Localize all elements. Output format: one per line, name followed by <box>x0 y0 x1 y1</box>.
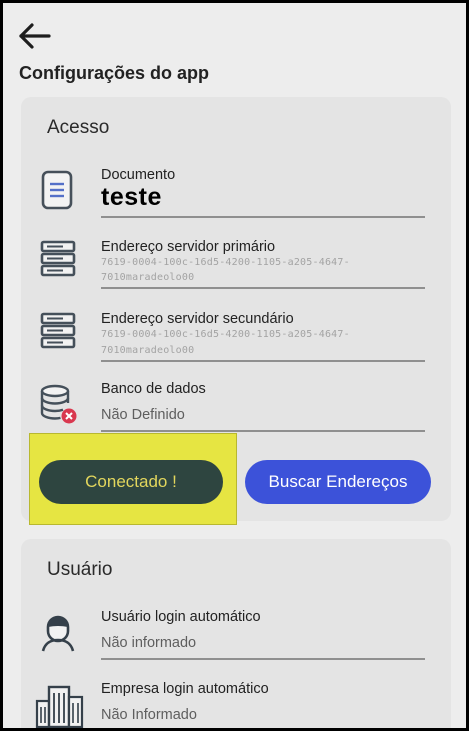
section-title-acesso: Acesso <box>47 117 110 138</box>
empresa-login-label: Empresa login automático <box>101 681 269 697</box>
app-screen: Configurações do app Acesso Documento te… <box>0 0 469 731</box>
usuario-login-value[interactable]: Não informado <box>101 635 196 651</box>
usuario-card: Usuário Usuário login automático Não inf… <box>21 539 451 728</box>
server-icon <box>39 240 77 284</box>
servidor-secundario-value-line1[interactable]: 7619-0004-100c-16d5-4200-1105-a205-4647- <box>101 329 441 340</box>
servidor-secundario-value-line2[interactable]: 7010maradeolo00 <box>101 345 241 356</box>
arrow-left-icon <box>19 23 51 49</box>
usuario-login-label: Usuário login automático <box>101 609 261 625</box>
usuario-login-underline <box>101 658 425 660</box>
search-addresses-button[interactable]: Buscar Endereços <box>245 460 431 504</box>
documento-label: Documento <box>101 167 176 183</box>
page-title: Configurações do app <box>19 63 210 83</box>
banco-value[interactable]: Não Definido <box>101 407 185 423</box>
server-icon <box>39 312 77 356</box>
documento-underline <box>101 216 425 218</box>
documento-value[interactable]: teste <box>101 183 162 212</box>
building-icon <box>35 683 85 728</box>
servidor-secundario-underline <box>101 360 425 362</box>
empresa-login-value[interactable]: Não Informado <box>101 707 197 723</box>
document-icon <box>39 169 77 213</box>
servidor-primario-label: Endereço servidor primário <box>101 239 276 255</box>
database-error-icon <box>39 383 77 427</box>
banco-label: Banco de dados <box>101 381 206 397</box>
servidor-primario-value-line2[interactable]: 7010maradeolo00 <box>101 272 241 283</box>
connected-button[interactable]: Conectado ! <box>39 460 223 504</box>
servidor-secundario-label: Endereço servidor secundário <box>101 311 294 327</box>
servidor-primario-underline <box>101 287 425 289</box>
back-button[interactable] <box>17 21 57 53</box>
servidor-primario-value-line1[interactable]: 7619-0004-100c-16d5-4200-1105-a205-4647- <box>101 257 441 268</box>
user-icon <box>39 613 77 657</box>
section-title-usuario: Usuário <box>47 559 113 580</box>
banco-underline <box>101 430 425 432</box>
